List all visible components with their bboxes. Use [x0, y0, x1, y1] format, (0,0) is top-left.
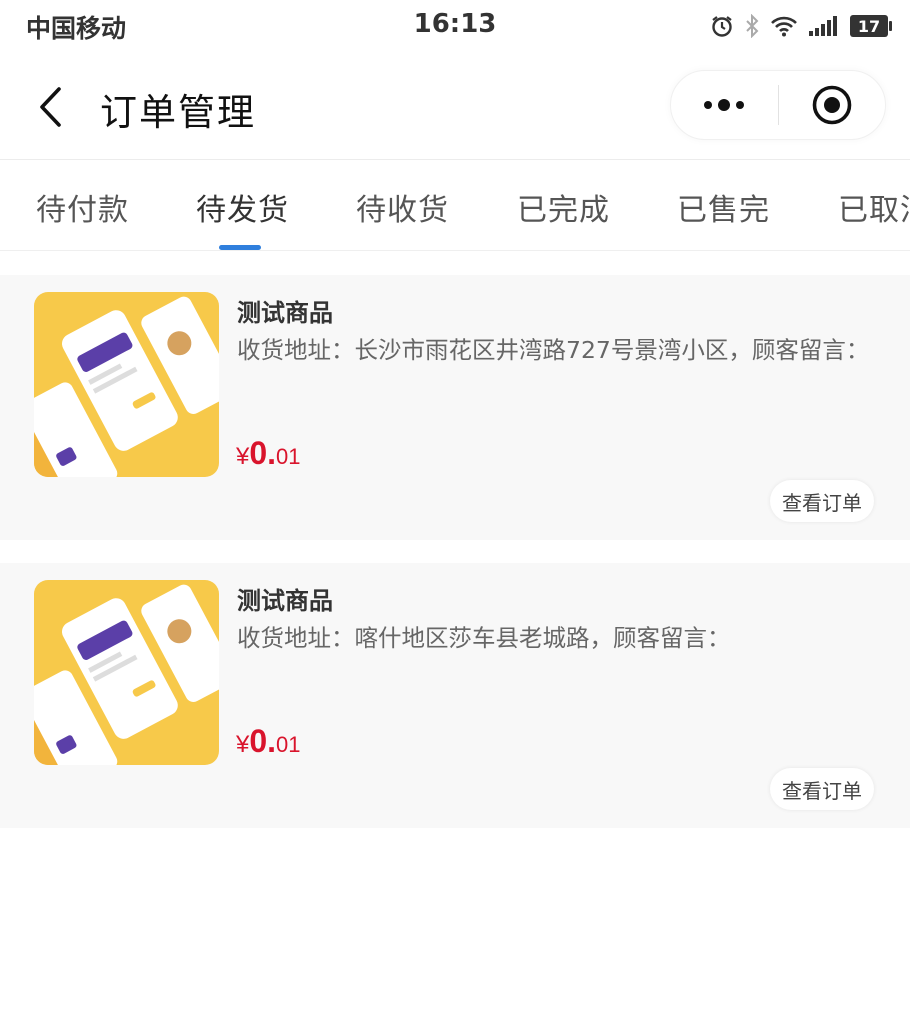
tab-pending-shipment[interactable]: 待发货 [196, 185, 289, 229]
shipping-address: 收货地址：喀什地区莎车县老城路，顾客留言： [237, 624, 731, 652]
view-order-button[interactable]: 查看订单 [770, 768, 874, 810]
tab-pending-receipt[interactable]: 待收货 [356, 185, 449, 229]
shipping-address: 收货地址：长沙市雨花区井湾路727号景湾小区，顾客留言： [237, 336, 870, 364]
battery-icon: 17 [850, 15, 892, 37]
tab-cancelled[interactable]: 已取消 [838, 185, 910, 229]
price-decimal: 01 [276, 444, 301, 469]
order-price: ¥0.01 [236, 723, 301, 760]
order-status-tabs: 待付款 待发货 待收货 已完成 已售完 已取消 [0, 161, 910, 251]
page-title: 订单管理 [100, 91, 256, 134]
product-name: 测试商品 [237, 587, 333, 615]
back-button[interactable] [30, 84, 70, 130]
bluetooth-icon [744, 14, 760, 38]
nav-bar: 订单管理 [0, 54, 910, 160]
product-name: 测试商品 [237, 299, 333, 327]
product-thumbnail [34, 292, 219, 477]
order-card: 测试商品 收货地址：长沙市雨花区井湾路727号景湾小区，顾客留言： ¥0.01 … [0, 275, 910, 540]
active-tab-indicator [219, 245, 261, 250]
close-mini-program-button[interactable] [778, 70, 885, 140]
price-integer: 0. [249, 435, 277, 471]
signal-icon [808, 15, 840, 37]
alarm-icon [710, 14, 734, 38]
currency-symbol: ¥ [236, 443, 250, 470]
tab-completed[interactable]: 已完成 [517, 185, 610, 229]
chevron-left-icon [40, 87, 61, 127]
tab-pending-payment[interactable]: 待付款 [36, 185, 129, 229]
target-close-icon [812, 85, 852, 125]
status-bar: 中国移动 16:13 17 [0, 0, 910, 54]
view-order-button[interactable]: 查看订单 [770, 480, 874, 522]
more-dots-icon [704, 99, 745, 111]
currency-symbol: ¥ [236, 731, 250, 758]
order-price: ¥0.01 [236, 435, 301, 472]
price-integer: 0. [249, 723, 277, 759]
tab-sold-out[interactable]: 已售完 [677, 185, 770, 229]
product-thumbnail [34, 580, 219, 765]
mini-program-capsule [670, 70, 886, 140]
status-icons: 17 [710, 11, 892, 41]
price-decimal: 01 [276, 732, 301, 757]
more-button[interactable] [671, 70, 778, 140]
order-card: 测试商品 收货地址：喀什地区莎车县老城路，顾客留言： ¥0.01 查看订单 [0, 563, 910, 828]
wifi-icon [770, 15, 798, 37]
